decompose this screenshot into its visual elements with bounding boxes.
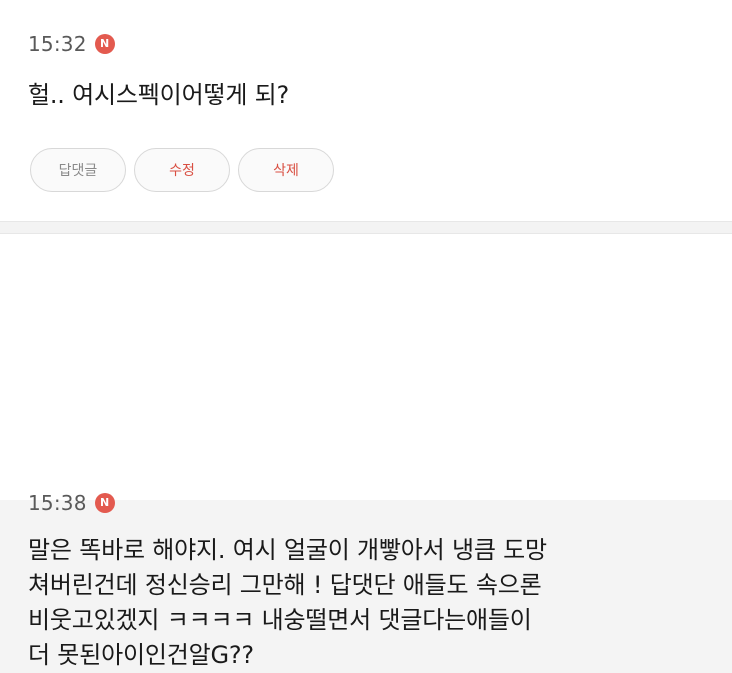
new-badge-1: N [94, 34, 115, 54]
comment-time-1: 15:32 [28, 32, 87, 56]
delete-button[interactable]: 삭제 [238, 148, 334, 192]
edit-button[interactable]: 수정 [134, 148, 230, 192]
new-badge-2: N [94, 493, 115, 513]
comment-thread: 15:32 N 헐.. 여시스펙이어떻게 되? 답댓글 수정 삭제 15:38 … [0, 0, 732, 669]
comment-text-2: 말은 똑바로 해야지. 여시 얼굴이 개빻아서 냉큼 도망 쳐버린건데 정신승리… [28, 536, 547, 669]
comment-actions-1: 답댓글 수정 삭제 [30, 148, 334, 192]
comment-item-1: 15:32 N 헐.. 여시스펙이어떻게 되? 답댓글 수정 삭제 [0, 0, 732, 222]
comment-meta-1: 15:32 N [28, 32, 115, 56]
comment-text-1: 헐.. 여시스펙이어떻게 되? [28, 81, 290, 109]
comment-meta-2: 15:38 N [28, 491, 115, 515]
comment-time-2: 15:38 [28, 491, 87, 515]
comment-item-2: 15:38 N 말은 똑바로 해야지. 여시 얼굴이 개빻아서 냉큼 도망 쳐버… [0, 233, 732, 669]
reply-button[interactable]: 답댓글 [30, 148, 126, 192]
